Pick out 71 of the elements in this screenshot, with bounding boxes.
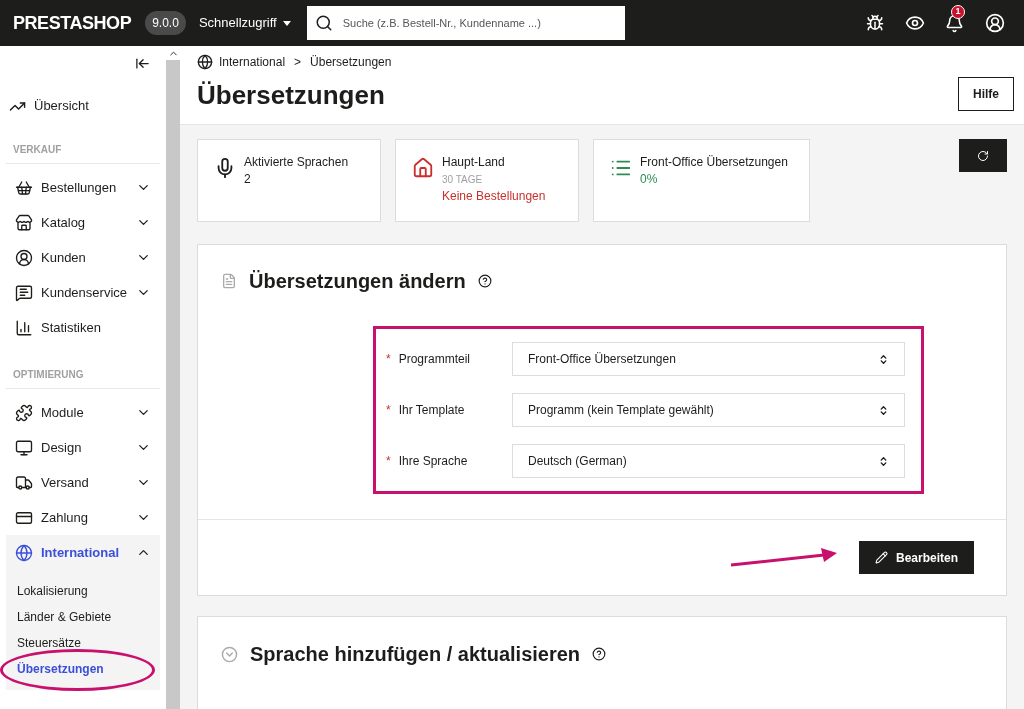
sidebar-item[interactable]: Kunden bbox=[6, 240, 160, 275]
kpi-subtitle: 30 TAGE bbox=[442, 173, 484, 187]
version-badge: 9.0.0 bbox=[145, 11, 186, 35]
select-field[interactable]: Programm (kein Template gewählt) bbox=[512, 393, 905, 427]
panel-title: Sprache hinzufügen / aktualisieren bbox=[250, 642, 581, 667]
store-icon bbox=[15, 213, 33, 232]
kpi-title: Front-Office Übersetzungen bbox=[640, 154, 788, 171]
kpi-value: 0% bbox=[640, 171, 659, 188]
submenu-item[interactable]: Übersetzungen bbox=[6, 656, 160, 682]
pencil-icon bbox=[874, 551, 888, 564]
puzzle-icon bbox=[15, 403, 33, 422]
truck-icon bbox=[15, 473, 33, 492]
section-title: VERKAUF bbox=[6, 136, 160, 164]
globe-icon bbox=[15, 543, 33, 562]
search-icon bbox=[314, 14, 333, 32]
page-title: Übersetzungen bbox=[197, 79, 386, 112]
breadcrumb-current: Übersetzungen bbox=[310, 54, 392, 71]
field-label: Ihr Template bbox=[398, 402, 465, 419]
kpi-title: Aktivierte Sprachen bbox=[244, 154, 349, 171]
notification-badge: 1 bbox=[951, 4, 965, 19]
sidebar-item[interactable]: Kundenservice bbox=[6, 275, 160, 310]
select-field[interactable]: Deutsch (German) bbox=[512, 444, 905, 478]
sidebar-item[interactable]: Katalog bbox=[6, 205, 160, 240]
section-title: OPTIMIERUNG bbox=[6, 361, 160, 389]
required-asterisk: * bbox=[386, 351, 391, 368]
eye-icon[interactable] bbox=[905, 13, 925, 33]
field-label: Ihre Sprache bbox=[398, 453, 468, 470]
sort-caret-icon bbox=[878, 353, 889, 365]
submenu-item[interactable]: Lokalisierung bbox=[6, 578, 160, 604]
chart-icon bbox=[15, 318, 33, 337]
document-icon bbox=[221, 273, 237, 289]
basket-icon bbox=[15, 178, 33, 197]
chat-icon bbox=[15, 283, 33, 302]
quick-access-dropdown[interactable]: Schnellzugriff bbox=[198, 13, 291, 33]
field-label: Programmteil bbox=[398, 351, 471, 368]
bug-icon[interactable] bbox=[866, 14, 884, 32]
sidebar-item[interactable]: Zahlung bbox=[6, 500, 160, 535]
sort-caret-icon bbox=[878, 455, 889, 467]
kpi-value: 2 bbox=[244, 171, 252, 188]
sort-caret-icon bbox=[878, 404, 889, 416]
sidebar-item[interactable]: Statistiken bbox=[6, 310, 160, 345]
bell-icon[interactable] bbox=[945, 13, 964, 33]
kpi-title: Haupt-Land bbox=[442, 154, 506, 171]
help-icon[interactable] bbox=[592, 647, 607, 661]
logo[interactable]: PRESTASHOP bbox=[13, 9, 132, 37]
monitor-icon bbox=[15, 438, 33, 457]
sidebar-item[interactable]: Bestellungen bbox=[6, 170, 160, 205]
sidebar-item[interactable]: Versand bbox=[6, 465, 160, 500]
sidebar-item[interactable]: Design bbox=[6, 430, 160, 465]
globe-icon bbox=[197, 54, 213, 70]
help-icon[interactable] bbox=[477, 274, 492, 288]
submenu-item[interactable]: Steuersätze bbox=[6, 630, 160, 656]
select-field[interactable]: Front-Office Übersetzungen bbox=[512, 342, 905, 376]
search-field[interactable]: Suche (z.B. Bestell-Nr., Kundenname ...) bbox=[306, 6, 625, 40]
sidebar-item[interactable]: Module bbox=[6, 395, 160, 430]
breadcrumb-separator: > bbox=[294, 54, 302, 71]
user-circle-icon bbox=[15, 248, 33, 267]
submenu-item[interactable]: Länder & Gebiete bbox=[6, 604, 160, 630]
collapse-toggle-icon[interactable] bbox=[221, 645, 238, 663]
caret-icon bbox=[282, 20, 291, 26]
kpi-value: Keine Bestellungen bbox=[442, 188, 546, 205]
help-button[interactable]: Hilfe bbox=[958, 77, 1014, 111]
required-asterisk: * bbox=[386, 453, 391, 470]
refresh-icon bbox=[977, 149, 989, 162]
collapse-icon[interactable] bbox=[135, 56, 150, 71]
sidebar-item[interactable]: Übersicht bbox=[6, 82, 160, 130]
account-icon[interactable] bbox=[985, 13, 1005, 33]
breadcrumb-link[interactable]: International bbox=[219, 53, 286, 71]
required-asterisk: * bbox=[386, 402, 391, 419]
edit-button[interactable]: Bearbeiten bbox=[858, 541, 974, 574]
panel-title: Übersetzungen ändern bbox=[249, 269, 466, 294]
